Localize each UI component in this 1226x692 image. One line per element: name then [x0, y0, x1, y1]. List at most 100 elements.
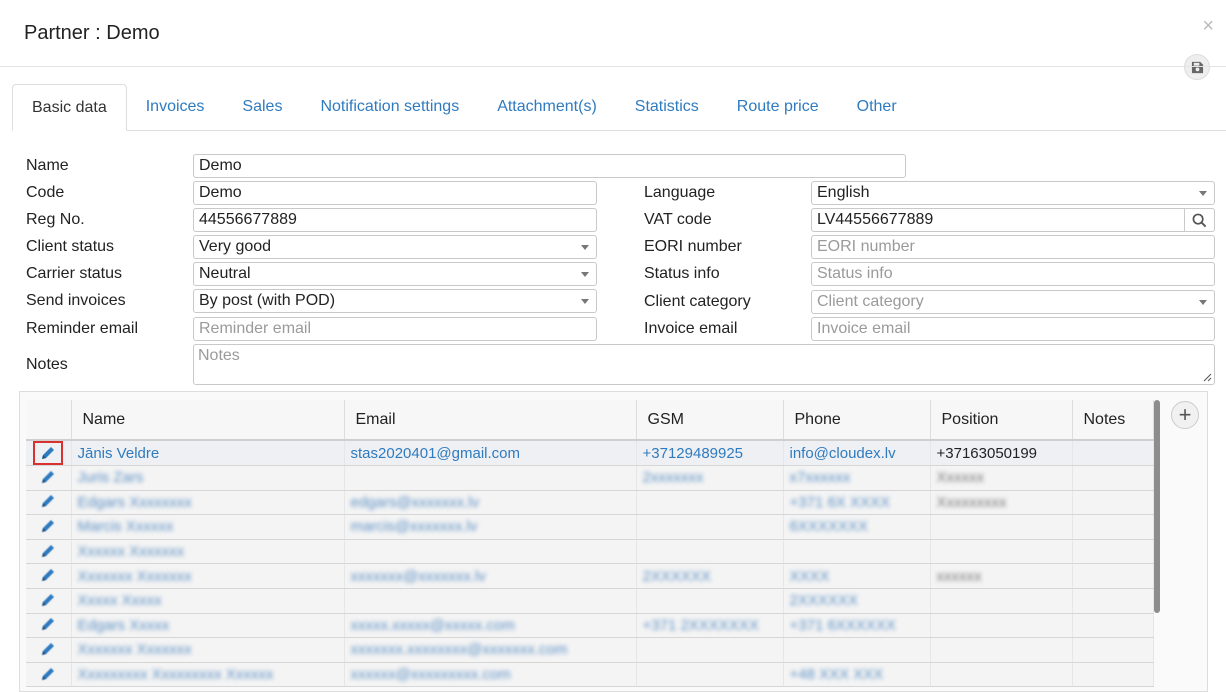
contact-email-text: xxxxxxx.xxxxxxxx@xxxxxxx.com	[350, 641, 568, 659]
add-contact-button[interactable]: +	[1171, 401, 1199, 429]
contact-name: Juris Zars	[71, 465, 345, 491]
tab-notification-settings[interactable]: Notification settings	[301, 84, 478, 130]
pencil-icon[interactable]	[38, 639, 58, 659]
contact-phone-text: XXXX	[789, 567, 830, 585]
table-row[interactable]: Xxxxx Xxxxx 2XXXXXX	[26, 588, 1154, 614]
notes-textarea[interactable]: Notes	[193, 344, 1215, 385]
save-button[interactable]	[1184, 54, 1210, 80]
client-category-select[interactable]: Client category	[811, 290, 1215, 314]
reg-no-label: Reg No.	[26, 211, 85, 228]
edit-cell[interactable]	[26, 465, 72, 491]
contact-phone-text: 2XXXXXX	[789, 592, 858, 610]
edit-cell[interactable]	[26, 637, 72, 663]
pencil-icon[interactable]	[38, 491, 58, 511]
tab-attachments[interactable]: Attachment(s)	[478, 84, 616, 130]
notes-label: Notes	[26, 356, 68, 373]
contact-gsm: 2xxxxxxx	[636, 465, 784, 491]
vat-code-field[interactable]: LV44556677889	[811, 208, 1215, 232]
vat-code-label: VAT code	[644, 211, 712, 228]
client-category-placeholder: Client category	[817, 293, 924, 310]
grid-scrollbar[interactable]	[1154, 400, 1160, 613]
contact-phone: +48 XXX XXX	[783, 662, 931, 688]
tab-statistics[interactable]: Statistics	[616, 84, 718, 130]
reminder-email-label: Reminder email	[26, 320, 139, 337]
chevron-down-icon	[1199, 191, 1207, 196]
close-icon[interactable]: ×	[1202, 15, 1214, 38]
pencil-icon[interactable]	[38, 590, 58, 610]
edit-cell[interactable]	[26, 440, 72, 466]
tab-invoices[interactable]: Invoices	[127, 84, 224, 130]
edit-cell[interactable]	[26, 613, 72, 639]
tab-route-price[interactable]: Route price	[718, 84, 838, 130]
column-header-name[interactable]: Name	[71, 400, 345, 441]
resize-handle-icon[interactable]	[1203, 373, 1212, 382]
tab-sales[interactable]: Sales	[223, 84, 301, 130]
column-header-phone[interactable]: Phone	[783, 400, 931, 441]
edit-cell[interactable]	[26, 662, 72, 688]
chevron-down-icon	[581, 272, 589, 277]
status-info-field[interactable]: Status info	[811, 262, 1215, 286]
edit-cell[interactable]	[26, 490, 72, 516]
contact-name-text: Xxxxxxx Xxxxxxx	[77, 567, 192, 585]
name-field[interactable]: Demo	[193, 154, 906, 178]
table-row[interactable]: Xxxxxx Xxxxxxx	[26, 539, 1154, 565]
table-row[interactable]: Jānis Veldre stas2020401@gmail.com +3712…	[26, 440, 1154, 466]
contact-email: xxxxxxx@xxxxxxx.lv	[344, 563, 637, 589]
code-field[interactable]: Demo	[193, 181, 597, 205]
pencil-icon[interactable]	[38, 614, 58, 634]
contact-name-text: Xxxxxx Xxxxxxx	[77, 543, 185, 561]
send-invoices-select[interactable]: By post (with POD)	[193, 289, 597, 313]
contact-gsm: +371 2XXXXXXX	[636, 613, 784, 639]
chevron-down-icon	[581, 245, 589, 250]
column-header-email[interactable]: Email	[344, 400, 637, 441]
column-header-position[interactable]: Position	[930, 400, 1073, 441]
contact-name: Marcis Xxxxxx	[71, 514, 345, 540]
edit-cell[interactable]	[26, 588, 72, 614]
pencil-icon[interactable]	[38, 565, 58, 585]
pencil-icon[interactable]	[38, 664, 58, 684]
pencil-icon[interactable]	[38, 541, 58, 561]
contact-phone[interactable]: info@cloudex.lv	[783, 440, 931, 466]
invoice-email-field[interactable]: Invoice email	[811, 317, 1215, 341]
carrier-status-select[interactable]: Neutral	[193, 262, 597, 286]
carrier-status-label: Carrier status	[26, 265, 123, 282]
contact-phone-text: +371 6XXXXXX	[789, 616, 896, 634]
chevron-down-icon	[1199, 300, 1207, 305]
edit-button[interactable]	[33, 441, 64, 465]
eori-number-field[interactable]: EORI number	[811, 235, 1215, 259]
contact-email: marcis@xxxxxxx.lv	[344, 514, 637, 540]
table-row[interactable]: Xxxxxxxxx Xxxxxxxxx Xxxxxx xxxxxx@xxxxxxx…	[26, 662, 1154, 688]
contact-name-text: Xxxxxxxxx Xxxxxxxxx Xxxxxx	[77, 666, 274, 684]
column-header-notes[interactable]: Notes	[1072, 400, 1154, 441]
column-header-gsm[interactable]: GSM	[636, 400, 784, 441]
pencil-icon[interactable]	[38, 467, 58, 487]
contact-phone-text: +48 XXX XXX	[789, 666, 884, 684]
reminder-email-field[interactable]: Reminder email	[193, 317, 597, 341]
reg-no-field[interactable]: 44556677889	[193, 208, 597, 232]
column-header-edit	[26, 400, 72, 441]
table-row[interactable]: Marcis Xxxxxx marcis@xxxxxxx.lv 6XXXXXXX	[26, 514, 1154, 540]
table-row[interactable]: Xxxxxxx Xxxxxxx xxxxxxx@xxxxxxx.lv 2XXXXXX…	[26, 563, 1154, 589]
contact-notes	[1072, 662, 1154, 688]
contact-name: Xxxxx Xxxxx	[71, 588, 345, 614]
tab-other[interactable]: Other	[838, 84, 916, 130]
vat-search-button[interactable]	[1184, 209, 1214, 231]
client-status-select[interactable]: Very good	[193, 235, 597, 259]
pencil-icon[interactable]	[38, 516, 58, 536]
contact-phone-text: +371 6X XXXX	[789, 493, 891, 511]
contact-gsm[interactable]: +37129489925	[636, 440, 784, 466]
table-row[interactable]: Juris Zars 2xxxxxxx x7xxxxxx Xxxxxx	[26, 465, 1154, 491]
contact-email: xxxxxx@xxxxxxxxx.com	[344, 662, 637, 688]
contact-notes	[1072, 637, 1154, 663]
contact-email[interactable]: stas2020401@gmail.com	[344, 440, 637, 466]
edit-cell[interactable]	[26, 514, 72, 540]
language-select[interactable]: English	[811, 181, 1215, 205]
tab-basic-data[interactable]: Basic data	[12, 84, 127, 131]
table-row[interactable]: Edgars Xxxxx xxxxx.xxxxx@xxxxx.com +371 2X…	[26, 613, 1154, 639]
contact-email-text: xxxxx.xxxxx@xxxxx.com	[350, 616, 515, 634]
contact-name: Edgars Xxxxx	[71, 613, 345, 639]
table-row[interactable]: Edgars Xxxxxxxx edgars@xxxxxxx.lv +371 6X …	[26, 490, 1154, 516]
edit-cell[interactable]	[26, 563, 72, 589]
edit-cell[interactable]	[26, 539, 72, 565]
table-row[interactable]: Xxxxxxx Xxxxxxx xxxxxxx.xxxxxxxx@xxxxxxx.…	[26, 637, 1154, 663]
